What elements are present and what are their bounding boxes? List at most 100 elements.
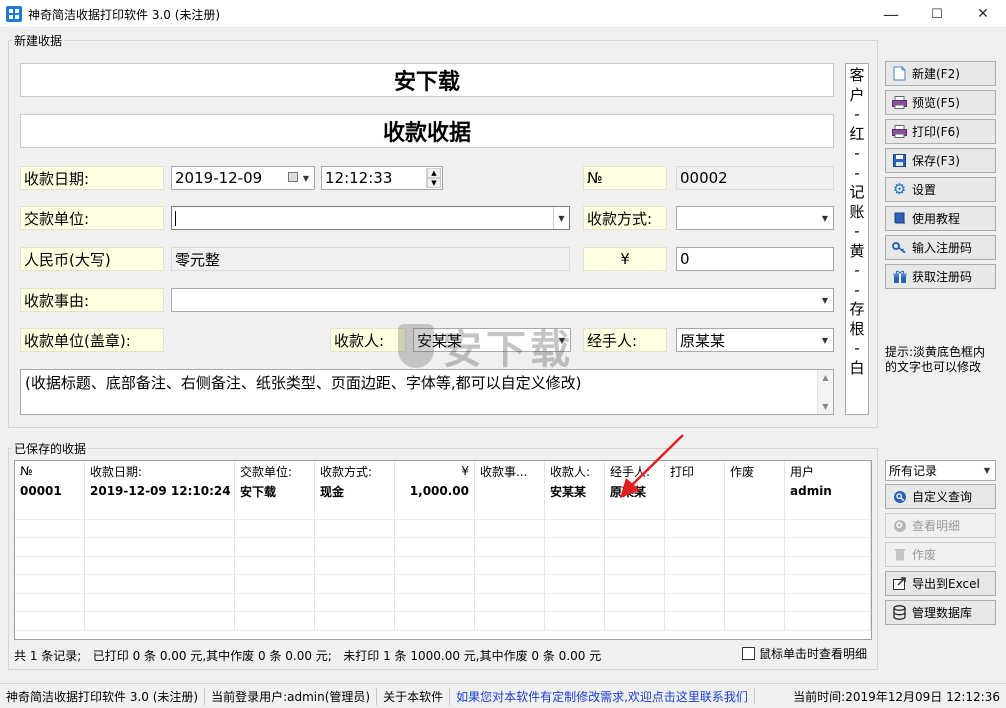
empty-cell bbox=[725, 593, 785, 612]
preview-button[interactable]: 预览(F5) bbox=[885, 90, 996, 115]
copy-color-note[interactable]: 客户-红--记账-黄--存根-白 bbox=[845, 63, 869, 415]
new-document-icon bbox=[892, 66, 907, 81]
custom-query-button-label: 自定义查询 bbox=[912, 490, 973, 504]
reason-label[interactable]: 收款事由: bbox=[20, 288, 164, 312]
chevron-down-icon[interactable]: ▼ bbox=[817, 289, 833, 311]
date-label[interactable]: 收款日期: bbox=[20, 166, 164, 190]
amount-field[interactable]: 0 bbox=[676, 247, 834, 271]
empty-cell bbox=[785, 556, 871, 575]
spin-up-icon[interactable]: ▲ bbox=[427, 168, 441, 178]
tutorial-button[interactable]: 使用教程 bbox=[885, 206, 996, 231]
method-label[interactable]: 收款方式: bbox=[583, 206, 667, 230]
chevron-down-icon[interactable]: ▼ bbox=[554, 329, 570, 351]
side-strip-char: - bbox=[854, 144, 860, 162]
click-detail-label: 鼠标单击时查看明细 bbox=[759, 647, 868, 661]
receipt-number-field[interactable]: 00002 bbox=[676, 166, 834, 190]
payer-combobox[interactable]: ▼ bbox=[171, 206, 570, 230]
column-header[interactable]: 收款方式: bbox=[315, 461, 395, 481]
yen-label[interactable]: ¥ bbox=[583, 247, 667, 271]
minimize-button[interactable]: — bbox=[868, 0, 914, 28]
handler-value: 原某某 bbox=[680, 331, 726, 350]
table-row[interactable]: 00001 2019-12-09 12:10:24 安下载 现金 1,000.00 安某某… bbox=[15, 481, 871, 501]
view-detail-button[interactable]: 查看明细 bbox=[885, 513, 996, 538]
scroll-down-icon[interactable]: ▼ bbox=[822, 402, 828, 411]
column-header[interactable]: № bbox=[15, 461, 85, 481]
close-button[interactable]: ✕ bbox=[960, 0, 1006, 28]
chevron-down-icon[interactable]: ▼ bbox=[817, 329, 833, 351]
column-header[interactable]: 收款日期: bbox=[85, 461, 235, 481]
contact-link[interactable]: 如果您对本软件有定制修改需求,欢迎点击这里联系我们 bbox=[450, 687, 755, 705]
table-cell: 2019-12-09 12:10:24 bbox=[85, 481, 235, 501]
saved-receipts-table[interactable]: № 收款日期: 交款单位: 收款方式: ¥ 收款事... 收款人: 经手人: 打印 作废 用户 00… bbox=[14, 460, 872, 640]
printer-preview-icon bbox=[892, 95, 907, 110]
column-header[interactable]: ¥ bbox=[395, 461, 475, 481]
payer-label[interactable]: 交款单位: bbox=[20, 206, 164, 230]
tutorial-button-label: 使用教程 bbox=[912, 212, 961, 226]
empty-cell bbox=[785, 538, 871, 557]
chevron-down-icon[interactable]: ▼ bbox=[817, 207, 833, 229]
receiver-select[interactable]: 安某某 ▼ bbox=[413, 328, 571, 352]
floppy-disk-icon bbox=[892, 153, 907, 168]
empty-cell bbox=[605, 538, 665, 557]
chevron-down-icon[interactable]: ▼ bbox=[298, 167, 314, 189]
column-header[interactable]: 收款事... bbox=[475, 461, 545, 481]
scroll-up-icon[interactable]: ▲ bbox=[822, 373, 828, 382]
database-icon bbox=[892, 605, 907, 620]
handler-select[interactable]: 原某某 ▼ bbox=[676, 328, 834, 352]
number-label[interactable]: № bbox=[583, 166, 667, 190]
export-icon bbox=[892, 576, 907, 591]
enter-code-button[interactable]: 输入注册码 bbox=[885, 235, 996, 260]
status-time: 当前时间:2019年12月09日 12:12:36 bbox=[793, 689, 1000, 704]
time-spinner[interactable]: 12:12:33 ▲ ▼ bbox=[321, 166, 443, 190]
notes-textarea[interactable]: (收据标题、底部备注、右侧备注、纸张类型、页面边距、字体等,都可以自定义修改) … bbox=[20, 369, 834, 415]
new-button[interactable]: 新建(F2) bbox=[885, 61, 996, 86]
empty-table-row bbox=[15, 612, 871, 631]
export-excel-button[interactable]: 导出到Excel bbox=[885, 571, 996, 596]
empty-cell bbox=[545, 501, 605, 520]
click-detail-option[interactable]: 鼠标单击时查看明细 bbox=[742, 645, 867, 662]
gear-icon: ⚙ bbox=[892, 180, 907, 198]
title-bar: 神奇简洁收据打印软件 3.0 (未注册) — ☐ ✕ bbox=[0, 0, 1006, 28]
empty-cell bbox=[395, 612, 475, 631]
empty-cell bbox=[475, 501, 545, 520]
about-link[interactable]: 关于本软件 bbox=[377, 687, 451, 705]
stamp-label[interactable]: 收款单位(盖章): bbox=[20, 328, 164, 352]
spin-down-icon[interactable]: ▼ bbox=[427, 178, 441, 188]
chevron-down-icon[interactable]: ▼ bbox=[979, 461, 995, 480]
reason-combobox[interactable]: ▼ bbox=[171, 288, 834, 312]
settings-button[interactable]: ⚙ 设置 bbox=[885, 177, 996, 202]
notes-scrollbar[interactable]: ▲ ▼ bbox=[817, 370, 833, 414]
payment-method-select[interactable]: ▼ bbox=[676, 206, 834, 230]
rmb-upper-label[interactable]: 人民币(大写) bbox=[20, 247, 164, 271]
side-strip-char: 黄 bbox=[849, 241, 865, 260]
empty-cell bbox=[725, 575, 785, 594]
empty-cell bbox=[15, 501, 85, 520]
time-spin-buttons[interactable]: ▲ ▼ bbox=[426, 168, 441, 188]
empty-cell bbox=[665, 575, 725, 594]
maximize-button[interactable]: ☐ bbox=[914, 0, 960, 28]
company-title-field[interactable]: 安下载 bbox=[20, 63, 834, 97]
empty-cell bbox=[85, 556, 235, 575]
save-button[interactable]: 保存(F3) bbox=[885, 148, 996, 173]
get-code-button[interactable]: 获取注册码 bbox=[885, 264, 996, 289]
click-detail-checkbox[interactable] bbox=[742, 647, 755, 660]
void-button[interactable]: 作废 bbox=[885, 542, 996, 567]
column-header[interactable]: 收款人: bbox=[545, 461, 605, 481]
date-picker[interactable]: 2019-12-09 ▼ bbox=[171, 166, 315, 190]
chevron-down-icon[interactable]: ▼ bbox=[553, 207, 569, 229]
empty-cell bbox=[15, 519, 85, 538]
handler-label[interactable]: 经手人: bbox=[583, 328, 667, 352]
receiver-label[interactable]: 收款人: bbox=[330, 328, 406, 352]
receipt-title-field[interactable]: 收款收据 bbox=[20, 114, 834, 148]
empty-cell bbox=[395, 538, 475, 557]
column-header[interactable]: 交款单位: bbox=[235, 461, 315, 481]
column-header[interactable]: 用户 bbox=[785, 461, 871, 481]
side-strip-char: 户 bbox=[849, 85, 865, 104]
manage-db-button[interactable]: 管理数据库 bbox=[885, 600, 996, 625]
print-button[interactable]: 打印(F6) bbox=[885, 119, 996, 144]
record-filter-select[interactable]: 所有记录 ▼ bbox=[885, 460, 996, 481]
calendar-icon[interactable] bbox=[288, 172, 298, 182]
empty-cell bbox=[785, 519, 871, 538]
column-header[interactable]: 作废 bbox=[725, 461, 785, 481]
custom-query-button[interactable]: 自定义查询 bbox=[885, 484, 996, 509]
